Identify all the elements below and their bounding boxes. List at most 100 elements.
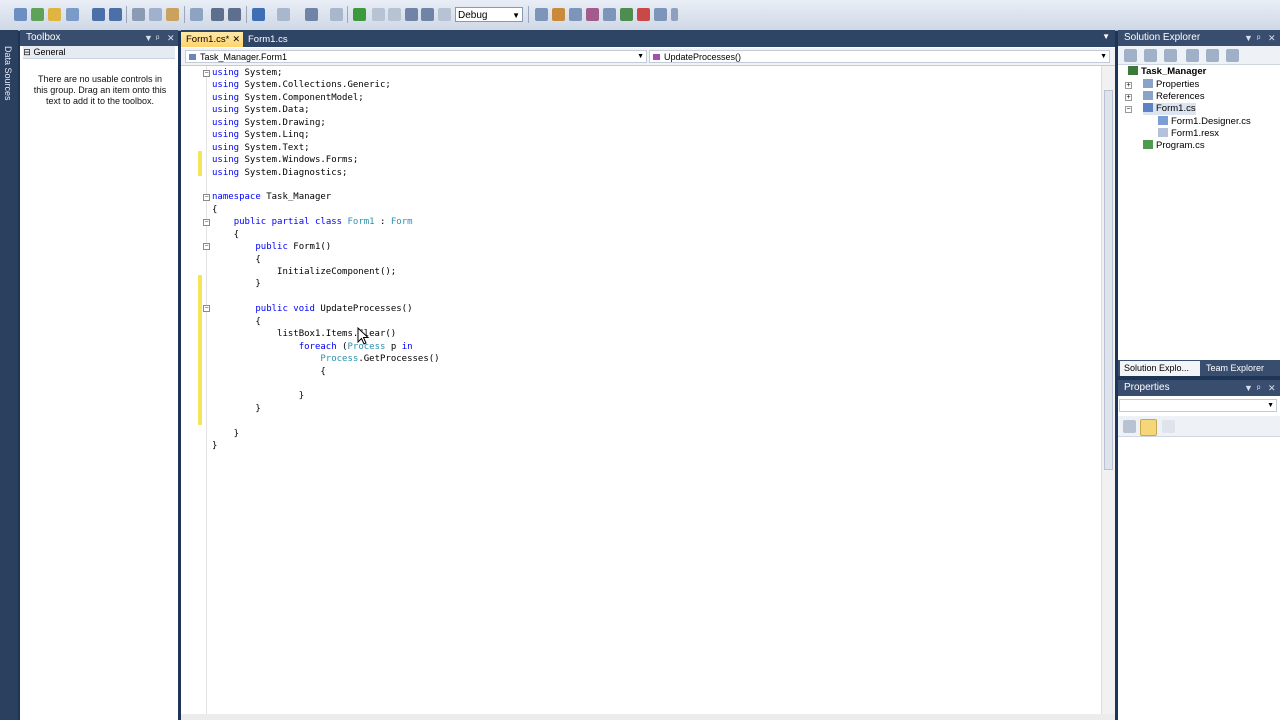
class-diagram-icon[interactable] <box>1226 49 1239 62</box>
view-designer-icon[interactable] <box>1206 49 1219 62</box>
start-page-icon[interactable] <box>620 8 633 21</box>
close-icon[interactable]: ✕ <box>1268 380 1276 396</box>
properties-icon[interactable] <box>1124 49 1137 62</box>
code-line[interactable]: } <box>212 390 440 402</box>
solution-explorer-icon[interactable] <box>552 8 565 21</box>
step-out-icon[interactable] <box>438 8 451 21</box>
code-line[interactable]: using System.Collections.Generic; <box>212 79 440 91</box>
other-windows-icon[interactable] <box>654 8 667 21</box>
property-pages-icon[interactable] <box>1162 420 1175 433</box>
code-line[interactable]: using System; <box>212 67 440 79</box>
outline-collapse-icon[interactable]: − <box>203 305 210 312</box>
paste-icon[interactable] <box>166 8 179 21</box>
find-icon[interactable] <box>190 8 203 21</box>
redo-icon[interactable] <box>277 8 290 21</box>
add-new-item-icon[interactable] <box>66 8 79 21</box>
close-icon[interactable]: ✕ <box>167 30 175 46</box>
code-line[interactable] <box>212 291 440 303</box>
code-line[interactable]: using System.Data; <box>212 104 440 116</box>
expand-icon[interactable]: + <box>1125 94 1132 101</box>
outline-collapse-icon[interactable]: − <box>203 219 210 226</box>
pause-icon[interactable] <box>372 8 385 21</box>
code-line[interactable]: namespace Task_Manager <box>212 191 440 203</box>
new-project-icon[interactable] <box>14 8 27 21</box>
toolbox-icon[interactable] <box>603 8 616 21</box>
code-line[interactable]: using System.ComponentModel; <box>212 92 440 104</box>
code-line[interactable]: listBox1.Items.Clear() <box>212 328 440 340</box>
code-line[interactable]: using System.Diagnostics; <box>212 167 440 179</box>
tree-item-program-cs[interactable]: Program.cs <box>1143 140 1205 152</box>
tab-form1-cs[interactable]: Form1.cs* ✕ <box>181 32 243 47</box>
code-line[interactable]: public void UpdateProcesses() <box>212 303 440 315</box>
tab-solution-explorer[interactable]: Solution Explo... <box>1120 361 1200 376</box>
code-line[interactable] <box>212 415 440 427</box>
toolbox-group-general[interactable]: ⊟ General <box>23 46 175 59</box>
open-icon[interactable] <box>48 8 61 21</box>
code-line[interactable]: using System.Text; <box>212 142 440 154</box>
toolbar-overflow-icon[interactable] <box>671 8 678 21</box>
window-position-icon[interactable]: ▼ <box>1244 380 1253 396</box>
code-line[interactable]: { <box>212 229 440 241</box>
outline-collapse-icon[interactable]: − <box>203 243 210 250</box>
collapse-icon[interactable]: − <box>1125 106 1132 113</box>
code-line[interactable]: { <box>212 254 440 266</box>
code-line[interactable]: using System.Linq; <box>212 129 440 141</box>
scrollbar-thumb[interactable] <box>1104 90 1113 470</box>
code-line[interactable]: using System.Windows.Forms; <box>212 154 440 166</box>
step-over-icon[interactable] <box>421 8 434 21</box>
types-dropdown[interactable]: Task_Manager.Form1 ▼ <box>185 50 647 63</box>
vertical-scrollbar[interactable] <box>1101 66 1115 714</box>
uncomment-icon[interactable] <box>228 8 241 21</box>
cut-icon[interactable] <box>132 8 145 21</box>
code-line[interactable]: } <box>212 440 440 452</box>
code-line[interactable]: } <box>212 278 440 290</box>
tree-item-project[interactable]: Task_Manager <box>1128 66 1206 78</box>
navigate-forward-icon[interactable] <box>330 8 343 21</box>
solution-configuration-select[interactable]: Debug ▼ <box>455 7 523 22</box>
refresh-icon[interactable] <box>1164 49 1177 62</box>
tree-item-references[interactable]: References <box>1143 91 1205 103</box>
save-all-icon[interactable] <box>109 8 122 21</box>
error-list-icon[interactable] <box>637 8 650 21</box>
find-in-files-icon[interactable] <box>535 8 548 21</box>
code-text[interactable]: using System; using System.Collections.Ge… <box>212 67 440 453</box>
code-line[interactable]: } <box>212 403 440 415</box>
pin-icon[interactable]: ᵖ <box>1257 380 1260 396</box>
properties-window-icon[interactable] <box>569 8 582 21</box>
expand-icon[interactable]: + <box>1125 82 1132 89</box>
outline-collapse-icon[interactable]: − <box>203 194 210 201</box>
code-line[interactable]: { <box>212 204 440 216</box>
pin-icon[interactable]: ᵖ <box>156 30 159 46</box>
close-icon[interactable]: ✕ <box>1268 30 1276 46</box>
code-line[interactable]: InitializeComponent(); <box>212 266 440 278</box>
copy-icon[interactable] <box>149 8 162 21</box>
code-line[interactable] <box>212 378 440 390</box>
add-item-icon[interactable] <box>31 8 44 21</box>
object-selector[interactable]: ▼ <box>1119 399 1277 412</box>
horizontal-scrollbar[interactable] <box>181 714 1115 720</box>
code-line[interactable]: { <box>212 366 440 378</box>
navigate-backward-icon[interactable] <box>305 8 318 21</box>
comment-icon[interactable] <box>211 8 224 21</box>
stop-icon[interactable] <box>388 8 401 21</box>
pin-icon[interactable]: ᵖ <box>1257 30 1260 46</box>
tree-item-properties[interactable]: Properties <box>1143 79 1199 91</box>
tree-item-form1-designer[interactable]: Form1.Designer.cs <box>1158 116 1251 128</box>
window-position-icon[interactable]: ▼ <box>144 30 153 46</box>
view-code-icon[interactable] <box>1186 49 1199 62</box>
code-line[interactable] <box>212 179 440 191</box>
close-tab-icon[interactable]: ✕ <box>232 32 240 47</box>
tab-team-explorer[interactable]: Team Explorer <box>1202 361 1280 376</box>
alphabetical-icon[interactable] <box>1140 419 1157 436</box>
step-into-icon[interactable] <box>405 8 418 21</box>
tab-form1-design[interactable]: Form1.cs [Design]* <box>243 32 333 60</box>
save-icon[interactable] <box>92 8 105 21</box>
tree-item-form1-cs[interactable]: Form1.cs <box>1143 103 1196 115</box>
window-position-icon[interactable]: ▼ <box>1244 30 1253 46</box>
code-line[interactable]: public partial class Form1 : Form <box>212 216 440 228</box>
show-all-files-icon[interactable] <box>1144 49 1157 62</box>
members-dropdown[interactable]: UpdateProcesses() ▼ <box>649 50 1110 63</box>
code-line[interactable]: Process.GetProcesses() <box>212 353 439 365</box>
object-browser-icon[interactable] <box>586 8 599 21</box>
undo-icon[interactable] <box>252 8 265 21</box>
